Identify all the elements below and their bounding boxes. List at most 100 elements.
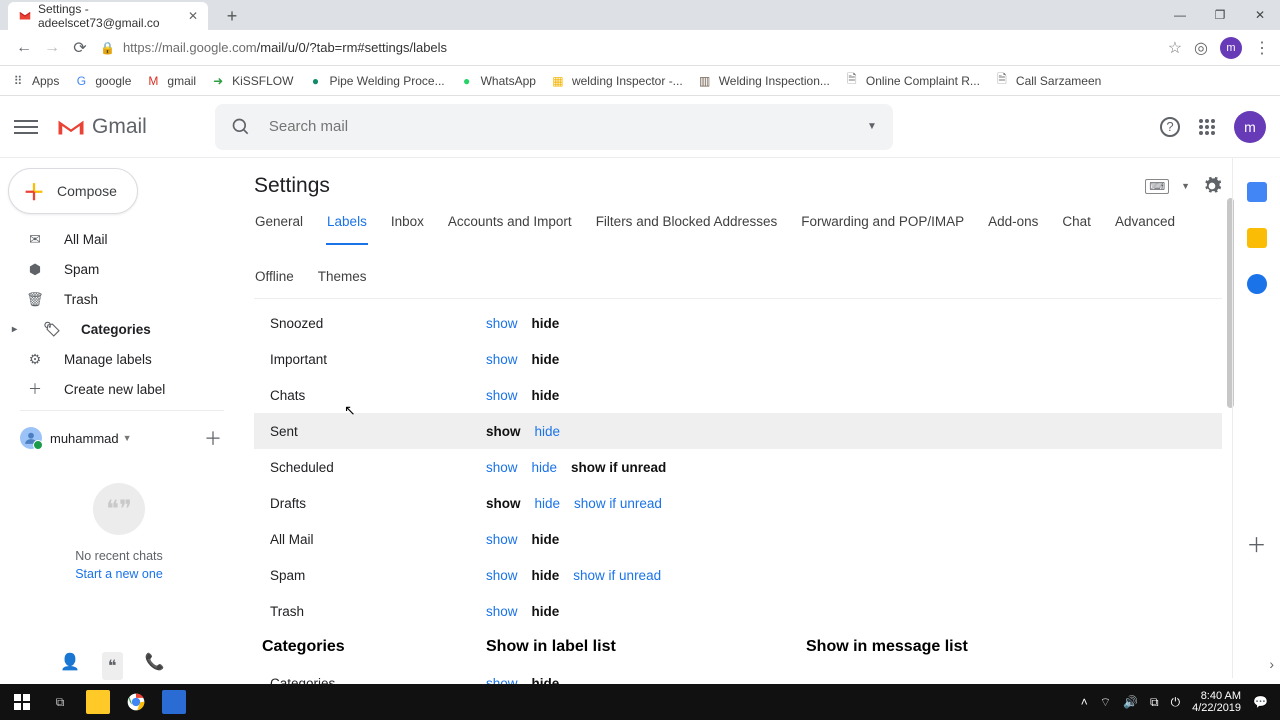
- address-bar: ← → ⟳ 🔒 https://mail.google.com/mail/u/0…: [0, 30, 1280, 66]
- settings-tab[interactable]: Filters and Blocked Addresses: [595, 212, 779, 245]
- apps-grid-icon[interactable]: [1198, 118, 1216, 136]
- support-icon[interactable]: ?: [1160, 117, 1180, 137]
- account-avatar[interactable]: m: [1234, 111, 1266, 143]
- window-close-button[interactable]: ✕: [1240, 0, 1280, 30]
- hangouts-user[interactable]: muhammad ▼ ＋: [0, 417, 238, 455]
- settings-tab[interactable]: Inbox: [390, 212, 425, 245]
- settings-tab[interactable]: Labels: [326, 212, 368, 245]
- task-view-button[interactable]: ⧉: [48, 690, 72, 714]
- search-options-icon[interactable]: ▼: [867, 121, 877, 132]
- label-action[interactable]: show: [486, 496, 521, 511]
- label-action[interactable]: show if unread: [574, 496, 662, 511]
- tasks-addon-icon[interactable]: [1247, 274, 1267, 294]
- chevron-down-icon[interactable]: ▼: [1181, 181, 1190, 191]
- settings-tab[interactable]: Accounts and Import: [447, 212, 573, 245]
- label-action[interactable]: show: [486, 316, 518, 331]
- label-action[interactable]: hide: [532, 604, 560, 619]
- label-action[interactable]: hide: [532, 568, 560, 583]
- reload-button[interactable]: ⟳: [66, 34, 94, 62]
- label-action[interactable]: show: [486, 352, 518, 367]
- chrome-taskbar-icon[interactable]: [124, 690, 148, 714]
- bookmark-item[interactable]: 🗎Call Sarzameen: [994, 73, 1101, 89]
- get-addons-button[interactable]: ＋: [1247, 529, 1267, 558]
- action-center-icon[interactable]: 💬: [1253, 695, 1268, 709]
- profile-avatar[interactable]: m: [1220, 37, 1242, 59]
- settings-tab[interactable]: Themes: [317, 267, 368, 298]
- settings-tab[interactable]: General: [254, 212, 304, 245]
- chrome-menu-icon[interactable]: ⋮: [1254, 38, 1270, 58]
- sidebar-item[interactable]: ＋Create new label: [0, 374, 238, 404]
- url-field[interactable]: 🔒 https://mail.google.com/mail/u/0/?tab=…: [94, 34, 1158, 62]
- bookmark-item[interactable]: ➜KiSSFLOW: [210, 73, 293, 89]
- star-icon[interactable]: ☆: [1168, 38, 1182, 58]
- calendar-addon-icon[interactable]: [1247, 182, 1267, 202]
- window-maximize-button[interactable]: ❐: [1200, 0, 1240, 30]
- label-action[interactable]: hide: [532, 532, 560, 547]
- settings-tab[interactable]: Advanced: [1114, 212, 1176, 245]
- label-action[interactable]: show: [486, 460, 518, 475]
- phone-tab-icon[interactable]: 📞: [145, 652, 165, 680]
- label-action[interactable]: show if unread: [573, 568, 661, 583]
- label-action[interactable]: show: [486, 424, 521, 439]
- sidebar-item[interactable]: ⬢Spam: [0, 254, 238, 284]
- bookmark-item[interactable]: ▦welding Inspector -...: [550, 73, 683, 89]
- forward-button[interactable]: →: [38, 34, 66, 62]
- keep-addon-icon[interactable]: [1247, 228, 1267, 248]
- system-clock[interactable]: 8:40 AM 4/22/2019: [1192, 690, 1241, 714]
- browser-tab[interactable]: Settings - adeelscet73@gmail.co ✕: [8, 2, 208, 30]
- label-action[interactable]: show: [486, 532, 518, 547]
- power-icon[interactable]: ⏻: [1171, 695, 1181, 710]
- label-action[interactable]: show: [486, 568, 518, 583]
- new-conversation-button[interactable]: ＋: [204, 425, 222, 451]
- label-action[interactable]: show: [486, 604, 518, 619]
- settings-gear-icon[interactable]: [1202, 176, 1222, 196]
- search-input[interactable]: [269, 118, 867, 135]
- app-taskbar-icon[interactable]: [162, 690, 186, 714]
- sidebar-item[interactable]: ✉All Mail: [0, 224, 238, 254]
- start-button[interactable]: [10, 690, 34, 714]
- file-explorer-icon[interactable]: [86, 690, 110, 714]
- volume-icon[interactable]: 🔊: [1123, 695, 1138, 709]
- bookmark-item[interactable]: Ggoogle: [73, 73, 131, 89]
- tray-overflow-icon[interactable]: ˄: [1081, 695, 1088, 709]
- bookmark-item[interactable]: 🗎Online Complaint R...: [844, 73, 980, 89]
- search-bar[interactable]: ▼: [215, 104, 893, 150]
- gmail-logo[interactable]: Gmail: [56, 115, 147, 139]
- start-new-chat-link[interactable]: Start a new one: [0, 567, 238, 581]
- label-action[interactable]: show if unread: [571, 460, 666, 475]
- hangouts-tab-icon[interactable]: ❝: [102, 652, 123, 680]
- compose-button[interactable]: ＋ Compose: [8, 168, 138, 214]
- settings-tab[interactable]: Forwarding and POP/IMAP: [800, 212, 965, 245]
- bookmark-item[interactable]: ⠿Apps: [10, 73, 59, 89]
- main-menu-button[interactable]: [14, 115, 38, 139]
- bookmark-item[interactable]: Mgmail: [145, 73, 196, 89]
- close-tab-icon[interactable]: ✕: [188, 9, 198, 23]
- label-action[interactable]: hide: [532, 460, 558, 475]
- wifi-icon[interactable]: ⌔: [1100, 695, 1111, 710]
- window-minimize-button[interactable]: —: [1160, 0, 1200, 30]
- dropbox-tray-icon[interactable]: ⧉: [1150, 695, 1159, 710]
- bookmark-item[interactable]: ▥Welding Inspection...: [697, 73, 830, 89]
- sidebar-item[interactable]: 🏷Categories: [0, 314, 238, 344]
- settings-tab[interactable]: Offline: [254, 267, 295, 298]
- sidebar-item[interactable]: 🗑Trash: [0, 284, 238, 314]
- settings-tab[interactable]: Add-ons: [987, 212, 1039, 245]
- label-action[interactable]: hide: [532, 388, 560, 403]
- back-button[interactable]: ←: [10, 34, 38, 62]
- input-tools-icon[interactable]: ⌨: [1145, 179, 1169, 194]
- label-action[interactable]: hide: [532, 352, 560, 367]
- label-action[interactable]: show: [486, 388, 518, 403]
- extension-icon[interactable]: ◎: [1194, 38, 1208, 58]
- bookmark-item[interactable]: ●WhatsApp: [459, 73, 536, 89]
- settings-tab[interactable]: Chat: [1061, 212, 1092, 245]
- label-action[interactable]: hide: [532, 316, 560, 331]
- sidebar-item[interactable]: ⚙Manage labels: [0, 344, 238, 374]
- new-tab-button[interactable]: +: [220, 4, 244, 28]
- chevron-down-icon[interactable]: ▼: [123, 433, 132, 443]
- label-action[interactable]: hide: [535, 424, 561, 439]
- hide-side-panel-button[interactable]: ›: [1269, 656, 1274, 672]
- contacts-tab-icon[interactable]: 👤: [60, 652, 80, 680]
- search-icon[interactable]: [231, 117, 251, 137]
- bookmark-item[interactable]: ●Pipe Welding Proce...: [307, 73, 444, 89]
- label-action[interactable]: hide: [535, 496, 561, 511]
